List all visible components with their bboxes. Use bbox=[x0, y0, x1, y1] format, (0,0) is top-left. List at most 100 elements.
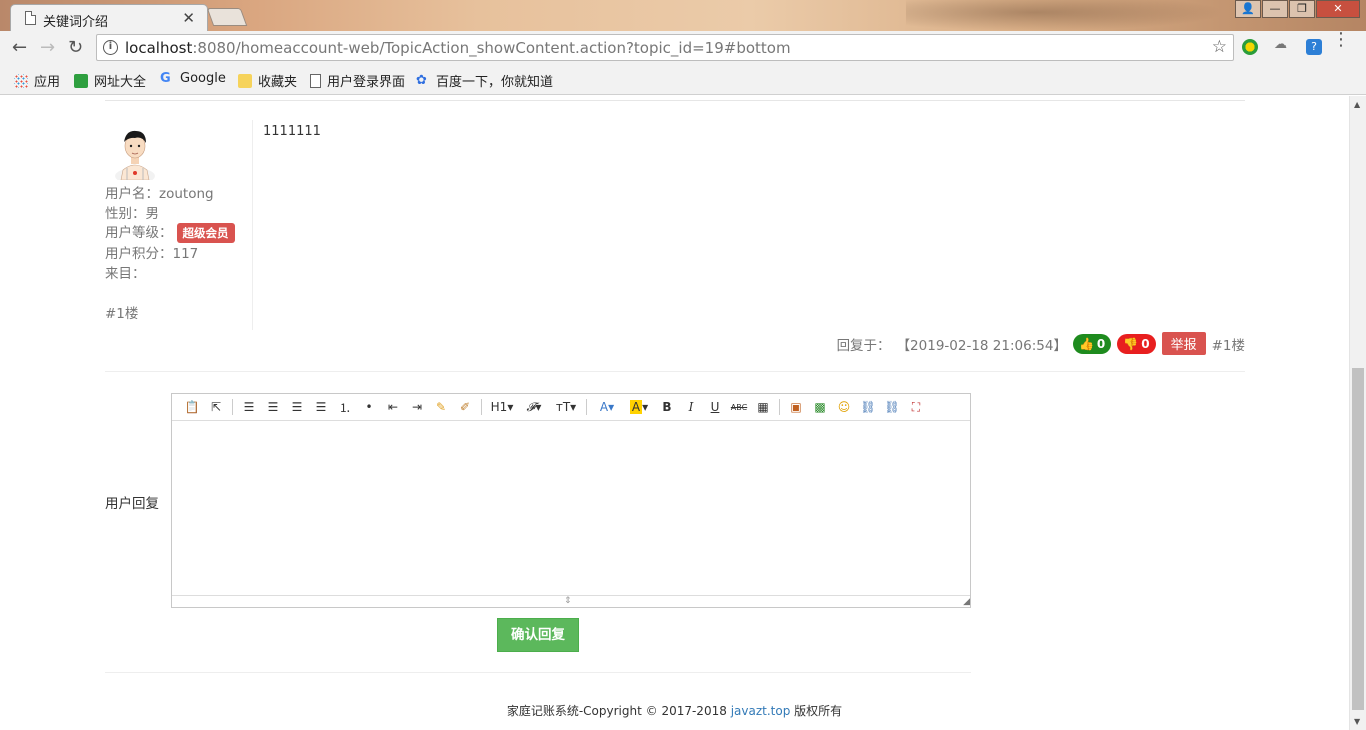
bookmark-baidu[interactable]: ✿ 百度一下，你就知道 bbox=[416, 71, 553, 90]
close-window-button[interactable]: ✕ bbox=[1316, 0, 1360, 18]
toolbar-separator bbox=[779, 399, 780, 415]
user-from: 来目： bbox=[105, 266, 146, 282]
username: 用户名：zoutong bbox=[105, 186, 214, 202]
ordered-list-icon[interactable]: ⒈ bbox=[333, 397, 357, 417]
select-icon[interactable]: ⇱ bbox=[204, 397, 228, 417]
browser-toolbar: ← → ↻ i localhost:8080/homeaccount-web/T… bbox=[0, 31, 1366, 64]
scroll-up-icon[interactable]: ▲ bbox=[1354, 100, 1360, 109]
paste-icon[interactable]: 📋 bbox=[180, 397, 204, 417]
back-icon[interactable]: ← bbox=[12, 37, 27, 58]
align-center-icon[interactable]: ☰ bbox=[261, 397, 285, 417]
outdent-icon[interactable]: ⇤ bbox=[381, 397, 405, 417]
clear-format-icon[interactable]: ✎ bbox=[429, 397, 453, 417]
forward-icon[interactable]: → bbox=[40, 37, 55, 58]
user-avatar bbox=[115, 130, 155, 180]
level-badge: 超级会员 bbox=[176, 223, 235, 243]
bookmark-google[interactable]: G Google bbox=[160, 71, 226, 86]
extension-icon[interactable] bbox=[1242, 39, 1258, 55]
reload-icon[interactable]: ↻ bbox=[68, 37, 83, 58]
toolbar-separator bbox=[232, 399, 233, 415]
browser-tab[interactable]: 关键词介绍 ✕ bbox=[10, 4, 208, 32]
floor-tag: #1楼 bbox=[1211, 337, 1245, 354]
link-icon[interactable]: ⛓ bbox=[856, 397, 880, 417]
restore-button[interactable]: ❐ bbox=[1289, 0, 1315, 18]
menu-icon[interactable]: ⋮ bbox=[1332, 31, 1350, 49]
table-icon[interactable]: ▦ bbox=[751, 397, 775, 417]
thumbs-down-icon: 👎 bbox=[1123, 336, 1139, 351]
bold-icon[interactable]: B bbox=[655, 397, 679, 417]
close-tab-icon[interactable]: ✕ bbox=[182, 9, 195, 27]
bookmark-apps[interactable]: 应用 bbox=[14, 71, 60, 90]
align-justify-icon[interactable]: ☰ bbox=[309, 397, 333, 417]
fullscreen-icon[interactable]: ⛶ bbox=[904, 397, 928, 417]
footer-link[interactable]: javazt.top bbox=[731, 704, 791, 718]
url-path: :8080/homeaccount-web/TopicAction_showCo… bbox=[192, 39, 791, 57]
format-painter-icon[interactable]: ✐ bbox=[453, 397, 477, 417]
font-size-icon[interactable]: тT▾ bbox=[550, 397, 582, 417]
divider bbox=[105, 371, 1245, 372]
resize-grip-icon[interactable]: ⇕ bbox=[564, 597, 572, 606]
report-button[interactable]: 举报 bbox=[1161, 332, 1206, 355]
site-icon bbox=[74, 73, 88, 88]
align-left-icon[interactable]: ☰ bbox=[237, 397, 261, 417]
address-bar[interactable]: i localhost:8080/homeaccount-web/TopicAc… bbox=[96, 34, 1234, 61]
page-icon bbox=[25, 11, 36, 25]
gender: 性别：男 bbox=[105, 206, 159, 222]
font-color-icon[interactable]: A▾ bbox=[591, 397, 623, 417]
like-count: 0 bbox=[1096, 336, 1106, 351]
confirm-reply-button[interactable]: 确认回复 bbox=[497, 618, 579, 652]
baidu-paw-icon: ✿ bbox=[416, 72, 427, 88]
emoji-icon[interactable]: ☺ bbox=[832, 397, 856, 417]
user-info-panel: 用户名：zoutong 性别：男 用户等级： 超级会员 用户积分：117 来目： … bbox=[105, 120, 253, 330]
reply-prefix: 回复于： bbox=[836, 337, 891, 354]
translate-extension-icon[interactable]: ? bbox=[1306, 39, 1322, 55]
info-icon[interactable]: i bbox=[103, 40, 118, 55]
bookmark-label: 收藏夹 bbox=[258, 75, 298, 90]
url-text[interactable]: localhost:8080/homeaccount-web/TopicActi… bbox=[125, 39, 791, 57]
heading-dropdown[interactable]: H1 ▾ bbox=[486, 397, 518, 417]
resize-corner-icon[interactable]: ◢ bbox=[963, 597, 970, 607]
insert-image-icon[interactable]: ▣ bbox=[784, 397, 808, 417]
editor-resize-bar[interactable]: ⇕ ◢ bbox=[172, 595, 970, 607]
divider bbox=[105, 100, 1245, 101]
url-host: localhost bbox=[125, 39, 193, 57]
tab-title: 关键词介绍 bbox=[43, 15, 109, 30]
footer-text: 家庭记账系统-Copyright © 2017-2018 bbox=[506, 704, 727, 718]
bookmark-login[interactable]: 用户登录界面 bbox=[310, 71, 405, 90]
highlight-color-icon[interactable]: A ▾ bbox=[623, 397, 655, 417]
italic-icon[interactable]: I bbox=[679, 397, 703, 417]
editor-toolbar: 📋 ⇱ ☰ ☰ ☰ ☰ ⒈ • ⇤ ⇥ ✎ ✐ H1 ▾ 𝓕▾ тT▾ A▾ A ▾… bbox=[172, 394, 970, 421]
reply-meta: 回复于： 【2019-02-18 21:06:54】 👍 0 👎 0 举报 #1… bbox=[837, 332, 1245, 355]
scrollbar-thumb[interactable] bbox=[1352, 368, 1364, 710]
scroll-down-icon[interactable]: ▼ bbox=[1354, 717, 1360, 726]
user-icon[interactable]: 👤 bbox=[1235, 0, 1261, 18]
user-level-label: 用户等级： bbox=[105, 225, 173, 241]
footer: 家庭记账系统-Copyright © 2017-2018 javazt.top … bbox=[0, 702, 1349, 719]
unlink-icon[interactable]: ⛓ bbox=[880, 397, 904, 417]
bookmarks-bar: 应用 网址大全 G Google 收藏夹 用户登录界面 ✿ 百度一下，你就知道 bbox=[0, 64, 1366, 95]
floor-number: #1楼 bbox=[105, 306, 139, 322]
new-tab-button[interactable] bbox=[206, 8, 248, 26]
insert-media-icon[interactable]: ▩ bbox=[808, 397, 832, 417]
bookmark-label: 百度一下，你就知道 bbox=[436, 75, 554, 90]
unordered-list-icon[interactable]: • bbox=[357, 397, 381, 417]
dislike-button[interactable]: 👎 0 bbox=[1117, 333, 1156, 354]
window-controls: 👤 — ❐ ✕ bbox=[1234, 0, 1360, 18]
cloud-extension-icon[interactable]: ☁ bbox=[1274, 37, 1290, 53]
bookmark-star-icon[interactable]: ☆ bbox=[1212, 37, 1227, 57]
dislike-count: 0 bbox=[1141, 336, 1150, 351]
minimize-button[interactable]: — bbox=[1262, 0, 1288, 18]
vertical-scrollbar[interactable]: ▲ ▼ bbox=[1349, 96, 1366, 730]
divider bbox=[105, 672, 971, 673]
bookmark-label: 用户登录界面 bbox=[327, 75, 406, 90]
strikethrough-icon[interactable]: ABC bbox=[727, 397, 751, 417]
font-family-icon[interactable]: 𝓕▾ bbox=[518, 397, 550, 417]
indent-icon[interactable]: ⇥ bbox=[405, 397, 429, 417]
folder-icon bbox=[238, 73, 252, 88]
bookmark-hao123[interactable]: 网址大全 bbox=[74, 71, 146, 90]
underline-icon[interactable]: U bbox=[703, 397, 727, 417]
bookmark-folder[interactable]: 收藏夹 bbox=[238, 71, 297, 90]
like-button[interactable]: 👍 0 bbox=[1072, 333, 1112, 354]
align-right-icon[interactable]: ☰ bbox=[285, 397, 309, 417]
editor-textarea[interactable] bbox=[172, 421, 970, 596]
